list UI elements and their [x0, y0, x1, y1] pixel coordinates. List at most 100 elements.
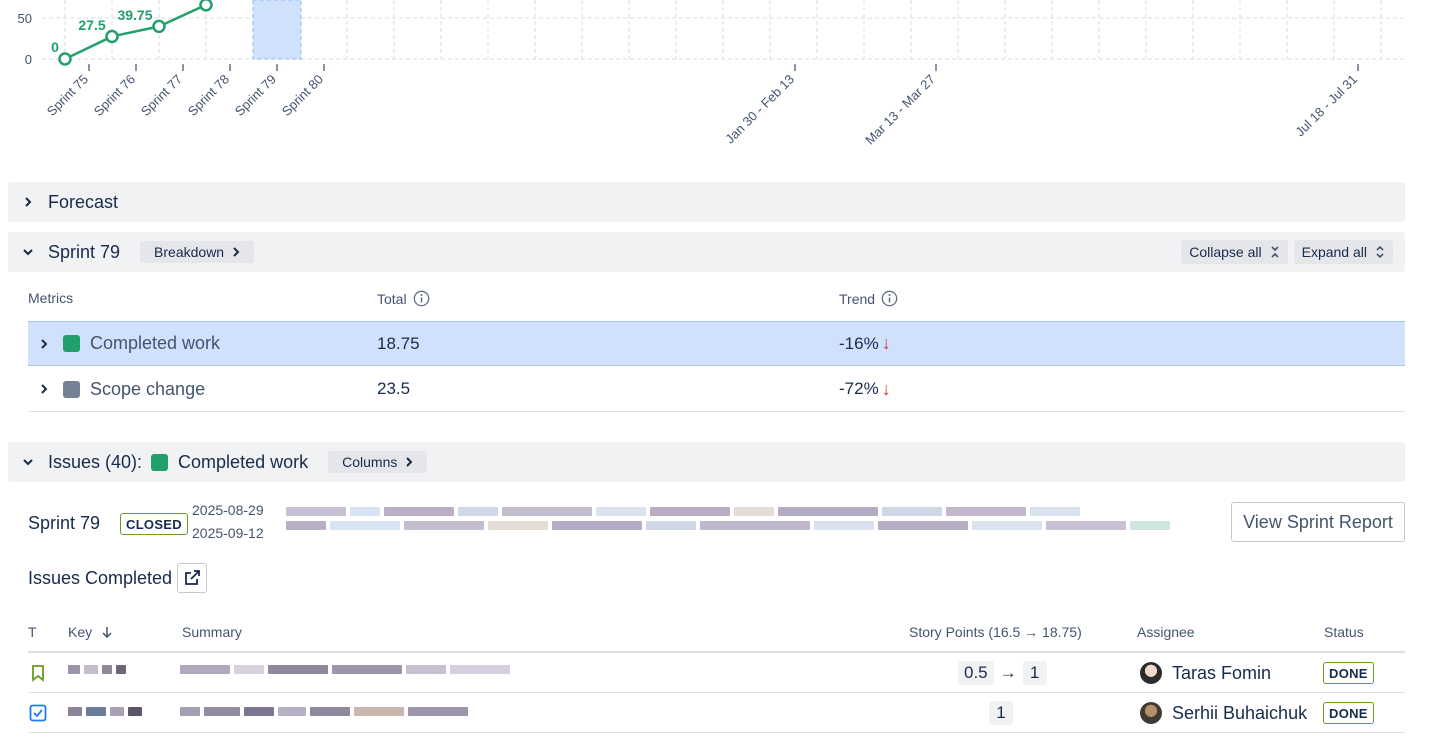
- forecast-section-header[interactable]: Forecast: [8, 182, 1405, 222]
- chevron-down-icon: [8, 457, 48, 467]
- col-status[interactable]: Status: [1324, 624, 1364, 640]
- issues-section-header[interactable]: Issues (40): Completed work Columns: [8, 442, 1405, 482]
- status-cell: DONE: [1323, 702, 1374, 724]
- x-tick-label: Sprint 76: [91, 72, 138, 119]
- trend-value: -72%: [839, 379, 879, 398]
- trend-value: -16%: [839, 333, 879, 353]
- checkbox-icon: [29, 704, 47, 722]
- info-icon[interactable]: [881, 290, 898, 307]
- col-type[interactable]: T: [28, 624, 37, 640]
- trend-header-label: Trend: [839, 290, 876, 307]
- redacted-summary: [180, 707, 468, 716]
- sp-to: 1: [1022, 661, 1047, 685]
- expand-all-button[interactable]: Expand all: [1293, 240, 1393, 264]
- metric-trend: -72% ↓: [839, 379, 891, 400]
- metric-name: Completed work: [90, 333, 221, 353]
- assignee[interactable]: Taras Fomin: [1140, 662, 1271, 684]
- sprint-start-date: 2025-08-29: [192, 502, 264, 518]
- redacted-key: [68, 665, 126, 674]
- scope-change-swatch: [63, 380, 80, 398]
- status-badge: DONE: [1323, 702, 1374, 724]
- avatar: [1140, 702, 1162, 724]
- chevron-right-icon[interactable]: [40, 338, 48, 350]
- table-row[interactable]: 0.5 → 1 Taras Fomin DONE: [28, 653, 1405, 693]
- completed-swatch: [151, 453, 169, 471]
- story-points: 1: [989, 701, 1013, 725]
- trend-header: Trend: [839, 290, 898, 307]
- chevron-down-icon: [8, 247, 48, 257]
- redacted-key: [68, 707, 142, 716]
- metric-row-scope-change[interactable]: Scope change 23.5 -72% ↓: [28, 367, 1405, 412]
- open-external-button[interactable]: [177, 563, 207, 593]
- sprint-info: Sprint 79 CLOSED 2025-08-29 2025-09-12 V…: [28, 500, 1405, 550]
- metric-total: 18.75: [377, 333, 420, 353]
- chevron-right-icon[interactable]: [40, 383, 48, 395]
- metric-name: Scope change: [90, 378, 206, 399]
- x-tick-label: Mar 13 - Mar 27: [862, 72, 938, 148]
- redacted-summary: [180, 665, 510, 674]
- x-tick-label: Sprint 77: [138, 72, 185, 119]
- x-tick-label: Sprint 78: [185, 72, 232, 119]
- metric-trend: -16% ↓: [839, 333, 891, 354]
- collapse-all-button[interactable]: Collapse all: [1181, 240, 1288, 264]
- col-assignee[interactable]: Assignee: [1137, 624, 1195, 640]
- highlighted-sprint-band: [252, 0, 302, 60]
- completed-swatch: [63, 335, 80, 352]
- view-sprint-report-button[interactable]: View Sprint Report: [1231, 502, 1405, 542]
- external-link-icon: [185, 570, 200, 585]
- total-header-label: Total: [377, 290, 407, 307]
- status-badge: DONE: [1323, 662, 1374, 684]
- table-row[interactable]: 1 Serhii Buhaichuk DONE: [28, 693, 1405, 733]
- assignee-name: Serhii Buhaichuk: [1172, 702, 1308, 723]
- expand-all-label: Expand all: [1301, 244, 1367, 260]
- columns-button[interactable]: Columns: [328, 451, 428, 473]
- issues-completed-title: Issues Completed: [28, 568, 173, 588]
- chevron-right-icon: [8, 196, 48, 208]
- sp-arrow-icon: →: [999, 663, 1017, 682]
- collapse-icon: [1271, 246, 1279, 258]
- data-label: 27.5: [78, 17, 105, 33]
- data-point: [152, 19, 166, 34]
- status-cell: DONE: [1323, 662, 1374, 684]
- assignee[interactable]: Serhii Buhaichuk: [1140, 702, 1307, 724]
- chevron-right-icon: [233, 247, 240, 257]
- y-tick-label: 50: [18, 11, 32, 26]
- trend-down-arrow-icon: ↓: [881, 378, 891, 399]
- x-tick-label: Sprint 75: [44, 72, 91, 119]
- x-tick-label: Sprint 79: [232, 72, 279, 119]
- info-icon[interactable]: [413, 290, 430, 307]
- total-header: Total: [377, 290, 430, 307]
- sort-down-icon: [102, 627, 112, 638]
- metric-total: 23.5: [377, 379, 411, 398]
- redacted-sprint-goal: [286, 507, 1080, 516]
- avatar: [1140, 662, 1162, 684]
- sp-to: 1: [989, 701, 1013, 725]
- sprint-section-title: Sprint 79: [48, 241, 121, 262]
- data-point: [199, 0, 213, 12]
- x-tick-label: Jul 18 - Jul 31: [1292, 72, 1360, 140]
- col-key[interactable]: Key: [68, 624, 112, 640]
- assignee-name: Taras Fomin: [1172, 662, 1272, 683]
- trend-down-arrow-icon: ↓: [881, 333, 891, 353]
- sprint-name: Sprint 79: [28, 513, 101, 533]
- x-tick-label: Jan 30 - Feb 13: [722, 72, 797, 147]
- bookmark-icon: [32, 665, 44, 682]
- y-tick-label: 0: [25, 52, 32, 67]
- story-points: 0.5 → 1: [958, 661, 1047, 685]
- col-summary[interactable]: Summary: [182, 624, 242, 640]
- data-label: 39.75: [117, 7, 152, 23]
- data-point: [58, 52, 72, 66]
- columns-label: Columns: [342, 454, 398, 470]
- chevron-right-icon: [406, 457, 413, 467]
- velocity-chart: 0 50 Sprint 75 Sprint 76 Sprint 77 Sprint 78 S…: [0, 0, 1445, 172]
- breakdown-label: Breakdown: [154, 244, 225, 260]
- x-tick-label: Sprint 80: [279, 72, 326, 119]
- col-key-label: Key: [68, 624, 93, 640]
- sprint-section-header[interactable]: Sprint 79 Breakdown Collapse all Expand …: [8, 232, 1405, 272]
- breakdown-button[interactable]: Breakdown: [140, 241, 255, 263]
- status-badge: CLOSED: [120, 513, 188, 535]
- metric-row-completed-work[interactable]: Completed work 18.75 -16% ↓: [28, 321, 1405, 366]
- expand-icon: [1376, 245, 1384, 259]
- col-story-points[interactable]: Story Points (16.5 → 18.75): [909, 624, 1082, 640]
- forecast-title: Forecast: [48, 191, 119, 212]
